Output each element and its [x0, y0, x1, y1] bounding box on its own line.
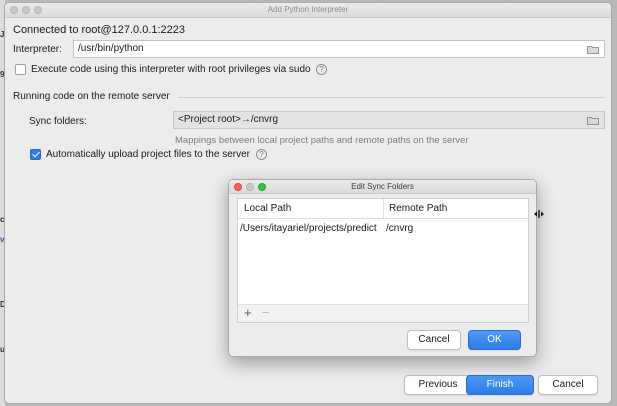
previous-button[interactable]: Previous: [404, 375, 472, 395]
help-icon[interactable]: ?: [256, 149, 267, 160]
add-icon[interactable]: +: [244, 306, 252, 320]
local-path-cell[interactable]: /Users/itayariel/projects/predict: [240, 223, 377, 234]
ok-button[interactable]: OK: [468, 330, 521, 350]
interpreter-input[interactable]: /usr/bin/python: [73, 40, 605, 58]
auto-upload-label: Automatically upload project files to th…: [46, 149, 250, 160]
sudo-checkbox-label: Execute code using this interpreter with…: [31, 64, 311, 75]
column-header-local-path[interactable]: Local Path: [244, 203, 291, 214]
resize-cursor-icon: [534, 210, 544, 218]
column-divider: [383, 199, 384, 219]
interpreter-value: /usr/bin/python: [78, 43, 144, 54]
connection-status: Connected to root@127.0.0.1:2223: [13, 24, 186, 36]
remote-section-heading: Running code on the remote server: [13, 91, 170, 102]
sync-folders-hint: Mappings between local project paths and…: [175, 135, 469, 146]
table-row[interactable]: /Users/itayariel/projects/predict /cnvrg: [238, 220, 528, 238]
column-header-remote-path[interactable]: Remote Path: [389, 203, 447, 214]
title-bar: Add Python Interpreter: [5, 3, 611, 18]
sync-folders-table: Local Path Remote Path /Users/itayariel/…: [237, 198, 529, 323]
finish-button[interactable]: Finish: [466, 375, 534, 395]
interpreter-label: Interpreter:: [13, 44, 62, 55]
sub-window-title: Edit Sync Folders: [351, 182, 414, 191]
table-toolbar: + −: [238, 304, 528, 322]
auto-upload-checkbox[interactable]: [30, 149, 41, 160]
window-title: Add Python Interpreter: [267, 5, 349, 14]
remove-icon[interactable]: −: [262, 306, 270, 320]
remote-path-cell[interactable]: /cnvrg: [386, 223, 413, 234]
sync-folders-label: Sync folders:: [29, 116, 87, 127]
folder-icon[interactable]: [587, 116, 599, 125]
edit-sync-folders-dialog: Edit Sync Folders Local Path Remote Path…: [228, 179, 537, 357]
sudo-checkbox[interactable]: [15, 64, 26, 75]
sync-folders-value: <Project root>→/cnvrg: [178, 114, 279, 125]
folder-icon[interactable]: [587, 45, 599, 54]
cancel-button[interactable]: Cancel: [538, 375, 598, 395]
table-header: Local Path Remote Path: [238, 199, 528, 219]
sync-folders-field[interactable]: <Project root>→/cnvrg: [173, 111, 605, 129]
sub-title-bar: Edit Sync Folders: [229, 180, 536, 194]
section-divider: [178, 97, 605, 98]
help-icon[interactable]: ?: [316, 64, 327, 75]
sub-cancel-button[interactable]: Cancel: [407, 330, 461, 350]
